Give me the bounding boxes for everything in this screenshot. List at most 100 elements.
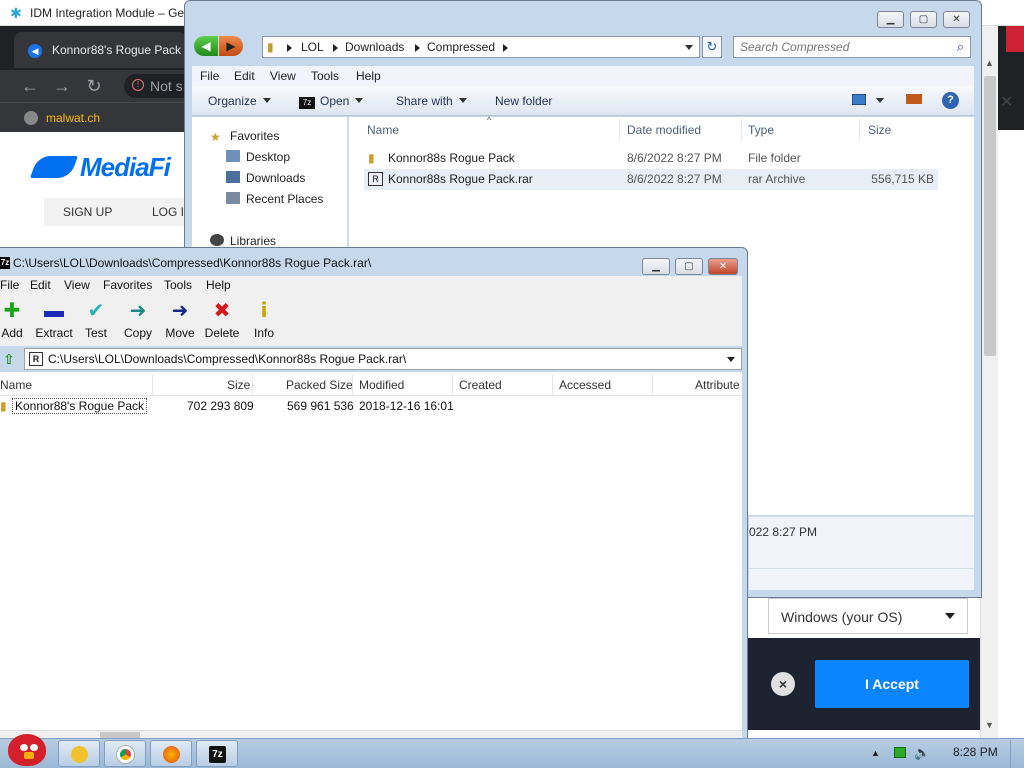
scroll-thumb[interactable] [984, 76, 996, 356]
menu-file[interactable]: File [0, 278, 19, 292]
close-icon[interactable]: ✕ [1000, 92, 1013, 112]
os-select[interactable]: Windows (your OS) [768, 598, 968, 634]
col-packed-size[interactable]: Packed Size [286, 378, 353, 392]
reload-icon[interactable]: ↻ [84, 76, 104, 96]
maximize-button[interactable]: ▢ [675, 258, 703, 275]
view-options-icon[interactable] [852, 94, 866, 105]
col-name[interactable]: Name [367, 123, 399, 137]
col-size[interactable]: Size [227, 378, 250, 392]
explorer-back-button[interactable]: ◀ [194, 36, 218, 56]
col-size[interactable]: Size [868, 123, 891, 137]
bookmark-malwatch[interactable]: malwat.ch [46, 111, 100, 125]
clock[interactable]: 8:28 PM [953, 745, 998, 759]
login-link[interactable]: LOG I [152, 205, 184, 219]
forward-arrow-icon[interactable]: → [52, 76, 72, 96]
extract-button[interactable]: ▬ Extract [32, 300, 76, 342]
column-divider[interactable] [152, 374, 153, 396]
col-modified[interactable]: Modified [359, 378, 404, 392]
signup-link[interactable]: SIGN UP [63, 205, 112, 219]
open-button[interactable]: 7z Open [299, 94, 364, 109]
chrome-close-button[interactable] [1006, 26, 1024, 52]
breadcrumb-downloads[interactable]: Downloads [345, 40, 404, 54]
up-folder-icon[interactable]: ⇧ [0, 350, 18, 368]
7zip-path-field[interactable]: R C:\Users\LOL\Downloads\Compressed\Konn… [24, 348, 742, 370]
breadcrumb-compressed[interactable]: Compressed [427, 40, 495, 54]
new-folder-button[interactable]: New folder [495, 94, 552, 108]
nav-libraries[interactable]: Libraries [210, 234, 276, 248]
minimize-button[interactable]: ▁ [642, 258, 670, 275]
chevron-down-icon[interactable] [876, 98, 884, 103]
nav-favorites[interactable]: ★ Favorites [210, 129, 279, 143]
column-divider[interactable] [252, 374, 253, 396]
menu-tools[interactable]: Tools [311, 69, 339, 83]
menu-help[interactable]: Help [356, 69, 381, 83]
mediafire-logo[interactable]: MediaFi [29, 152, 171, 183]
search-input[interactable] [740, 38, 950, 56]
column-divider[interactable] [741, 119, 742, 141]
scroll-down-icon[interactable]: ▼ [985, 720, 994, 730]
column-divider[interactable] [352, 374, 353, 396]
menu-edit[interactable]: Edit [234, 69, 255, 83]
menu-favorites[interactable]: Favorites [103, 278, 152, 292]
close-button[interactable]: ✕ [708, 258, 738, 275]
back-arrow-icon[interactable]: ← [20, 76, 40, 96]
col-date[interactable]: Date modified [627, 123, 701, 137]
tray-expand-icon[interactable]: ▲ [871, 748, 880, 758]
close-button[interactable]: ✕ [943, 11, 970, 28]
nav-downloads[interactable]: Downloads [226, 171, 305, 185]
menu-help[interactable]: Help [206, 278, 231, 292]
add-button[interactable]: ✚ Add [0, 300, 34, 342]
col-accessed[interactable]: Accessed [559, 378, 611, 392]
chevron-down-icon[interactable] [685, 45, 693, 50]
move-button[interactable]: ➜ Move [158, 300, 202, 342]
file-row[interactable]: ▮ Konnor88s Rogue Pack 8/6/2022 8:27 PM … [364, 148, 938, 169]
chevron-down-icon[interactable] [727, 357, 735, 362]
scroll-up-icon[interactable]: ▲ [985, 58, 994, 68]
accept-button[interactable]: I Accept [815, 660, 969, 708]
explorer-search[interactable]: ⌕ [733, 36, 971, 58]
explorer-forward-button[interactable]: ▶ [219, 36, 243, 56]
minimize-button[interactable]: ▁ [877, 11, 904, 28]
help-icon[interactable]: ? [942, 92, 959, 109]
menu-view[interactable]: View [64, 278, 90, 292]
test-button[interactable]: ✔ Test [74, 300, 118, 342]
menu-file[interactable]: File [200, 69, 219, 83]
table-row[interactable]: ▮ Konnor88's Rogue Pack 702 293 809 569 … [0, 398, 742, 416]
info-button[interactable]: ⅰ Info [242, 300, 286, 342]
file-row[interactable]: R Konnor88s Rogue Pack.rar 8/6/2022 8:27… [364, 169, 938, 190]
col-name[interactable]: Name [0, 378, 32, 392]
share-with-button[interactable]: Share with [396, 94, 467, 108]
column-divider[interactable] [452, 374, 453, 396]
breadcrumb-lol[interactable]: LOL [301, 40, 324, 54]
browser-scrollbar[interactable]: ▲ ▼ [980, 26, 998, 740]
network-icon[interactable] [894, 747, 906, 758]
menu-edit[interactable]: Edit [30, 278, 51, 292]
search-icon[interactable]: ⌕ [957, 39, 964, 55]
preview-pane-icon[interactable] [906, 94, 922, 104]
show-desktop-button[interactable] [1010, 740, 1024, 768]
column-divider[interactable] [652, 374, 653, 396]
menu-tools[interactable]: Tools [164, 278, 192, 292]
column-divider[interactable] [859, 119, 860, 141]
column-divider[interactable] [552, 374, 553, 396]
taskbar-firefox[interactable] [150, 740, 192, 767]
explorer-address-bar[interactable]: ▮ LOL Downloads Compressed [262, 36, 700, 58]
col-attributes[interactable]: Attribute [695, 378, 740, 392]
column-divider[interactable] [619, 119, 620, 141]
taskbar-explorer[interactable] [58, 740, 100, 767]
organize-button[interactable]: Organize [208, 94, 271, 108]
delete-button[interactable]: ✖ Delete [200, 300, 244, 342]
nav-recent-places[interactable]: Recent Places [226, 192, 323, 206]
col-created[interactable]: Created [459, 378, 502, 392]
col-type[interactable]: Type [748, 123, 774, 137]
copy-button[interactable]: ➜ Copy [116, 300, 160, 342]
nav-desktop[interactable]: Desktop [226, 150, 290, 164]
cookie-close-button[interactable]: × [771, 672, 795, 696]
volume-icon[interactable]: 🔈 [914, 745, 930, 761]
maximize-button[interactable]: ▢ [910, 11, 937, 28]
chrome-tab[interactable]: ◀ Konnor88's Rogue Pack [14, 32, 186, 68]
refresh-button[interactable]: ↻ [702, 36, 722, 58]
menu-view[interactable]: View [270, 69, 296, 83]
taskbar-chrome[interactable] [104, 740, 146, 767]
taskbar-7zip[interactable]: 7z [196, 740, 238, 767]
